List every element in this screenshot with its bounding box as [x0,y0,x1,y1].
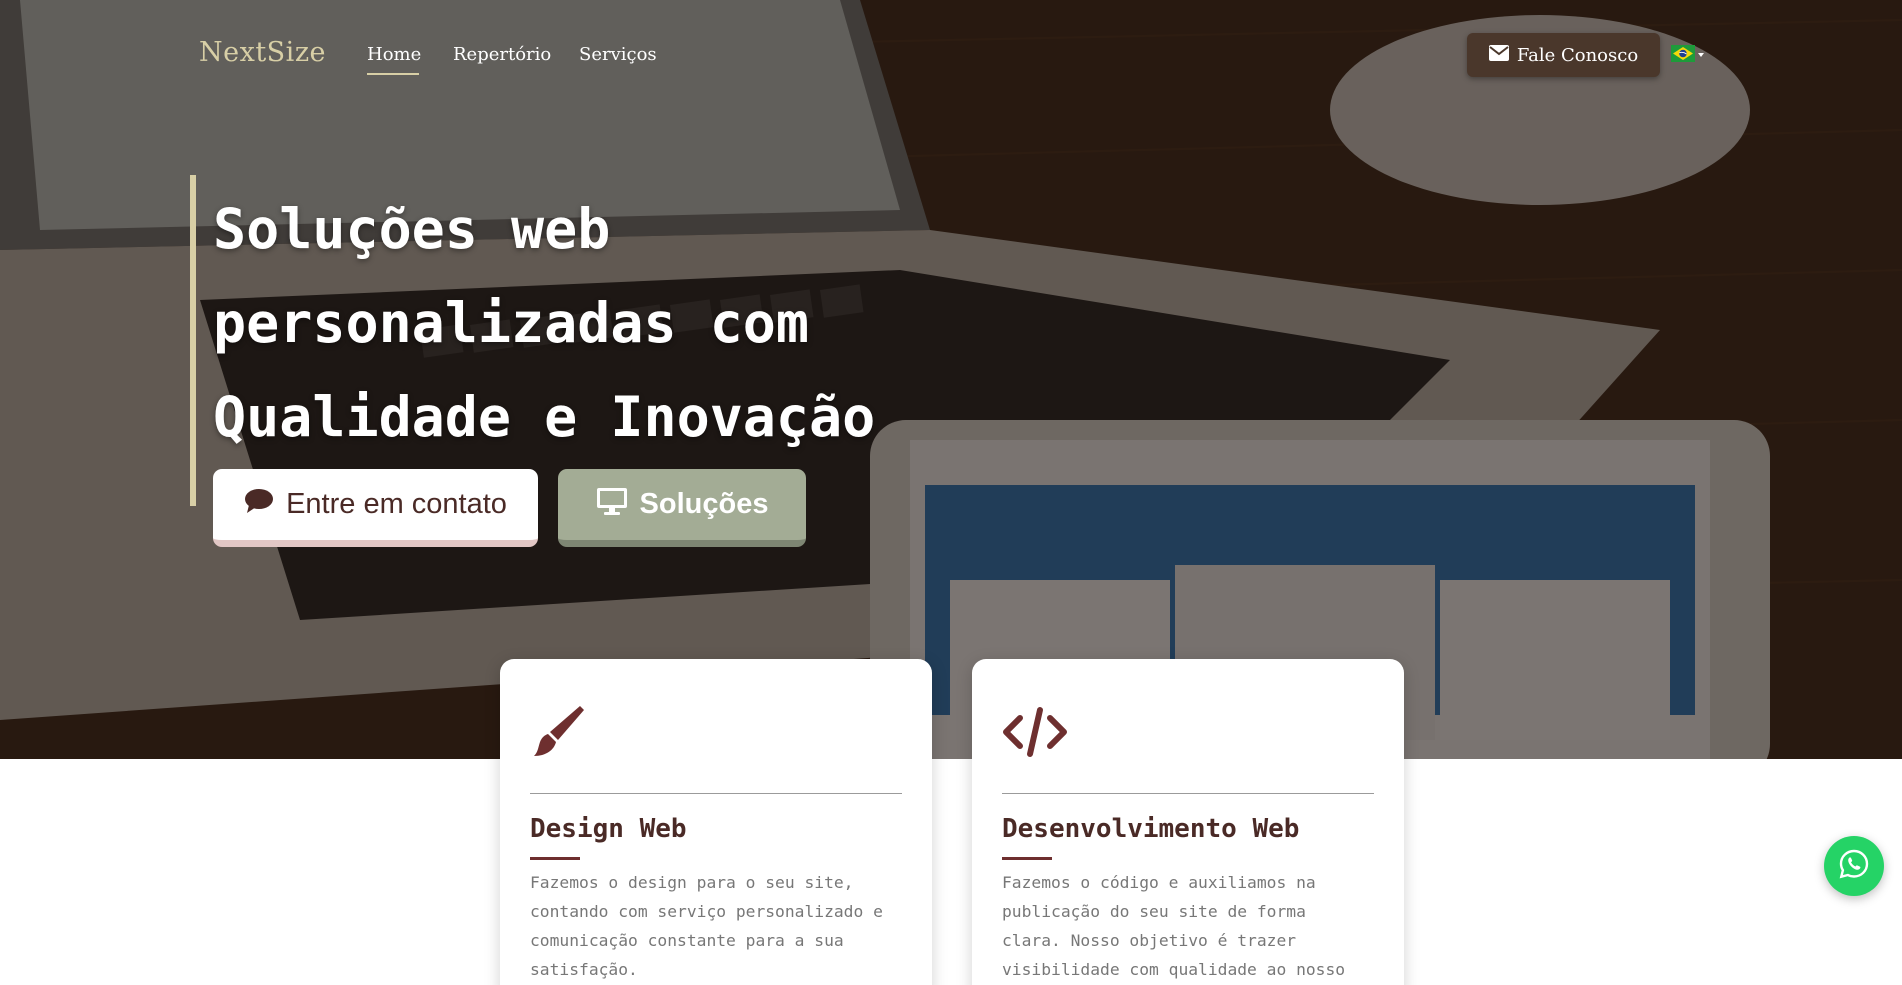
headline-accent-bar [190,175,196,506]
card-description: Fazemos o design para o seu site, contan… [530,873,883,979]
hero-headline-line-2: personalizadas com [213,291,810,355]
whatsapp-button[interactable] [1824,836,1884,896]
card-title: Design Web [530,814,687,844]
whatsapp-icon [1838,848,1870,884]
entre-em-contato-button[interactable]: Entre em contato [213,469,538,547]
hero-headline-line-3: Qualidade e Inovação [213,385,876,449]
nav-item-repertorio[interactable]: Repertório [453,44,551,65]
chevron-down-icon [1698,53,1704,57]
card-divider [1002,793,1374,794]
nav-active-underline [367,73,419,75]
brazil-flag-icon [1671,44,1695,66]
card-description: Fazemos o código e auxiliamos na publica… [1002,873,1346,979]
nav-item-home[interactable]: Home [367,44,421,65]
paintbrush-icon [530,704,586,764]
brand-logo[interactable]: NextSize [199,37,326,68]
fale-conosco-button[interactable]: Fale Conosco [1467,33,1660,77]
fale-conosco-label: Fale Conosco [1516,44,1639,66]
hero-headline-line-1: Soluções web [213,197,611,261]
monitor-icon [596,487,628,523]
card-title-underline [530,857,580,860]
entre-em-contato-label: Entre em contato [286,488,507,520]
service-card-design-web: Design Web Fazemos o design para o seu s… [500,659,932,985]
hero-headline: Soluções web personalizadas com Qualidad… [213,182,993,464]
service-card-desenvolvimento-web: Desenvolvimento Web Fazemos o código e a… [972,659,1404,985]
language-selector[interactable] [1671,44,1705,66]
card-title-underline [1002,857,1052,860]
card-divider [530,793,902,794]
envelope-icon [1488,44,1509,66]
code-icon [1002,704,1068,764]
solucoes-button[interactable]: Soluções [558,469,806,547]
solucoes-label: Soluções [639,488,769,520]
card-title: Desenvolvimento Web [1002,814,1300,844]
top-navbar: NextSize Home Repertório Serviços Fale C… [0,0,1902,110]
nav-item-servicos[interactable]: Serviços [579,44,657,65]
chat-bubble-icon [244,488,274,522]
